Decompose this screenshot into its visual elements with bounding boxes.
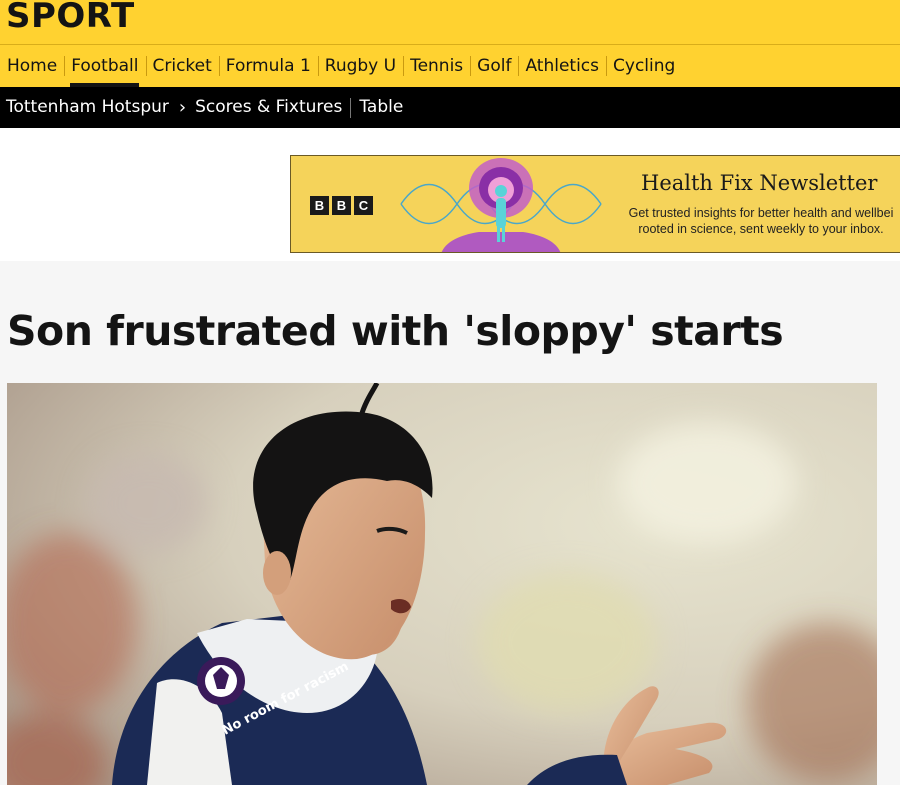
bbc-logo-letter: C [354, 196, 373, 215]
sport-nav: Home Football Cricket Formula 1 Rugby U … [0, 45, 682, 87]
chevron-right-icon: › [178, 97, 187, 118]
nav-formula-1[interactable]: Formula 1 [218, 45, 318, 87]
subnav-team-link[interactable]: Tottenham Hotspur [0, 87, 169, 128]
nav-tennis[interactable]: Tennis [403, 45, 470, 87]
bbc-logo: B B C [310, 196, 373, 215]
advert-description: Get trusted insights for better health a… [611, 205, 900, 237]
sport-header: SPORT Home Football Cricket Formula 1 Ru… [0, 0, 900, 87]
nav-football[interactable]: Football [64, 45, 145, 87]
article-headline: Son frustrated with 'sloppy' starts [7, 307, 784, 355]
subnav-divider [350, 97, 352, 118]
nav-home[interactable]: Home [0, 45, 64, 87]
nav-rugby-union[interactable]: Rugby U [317, 45, 403, 87]
nav-cricket[interactable]: Cricket [145, 45, 219, 87]
advert-line: Get trusted insights for better health a… [628, 206, 894, 220]
player-photo: No room for racism [7, 383, 877, 785]
advert-line: rooted in science, sent weekly to your i… [638, 222, 884, 236]
bbc-logo-letter: B [310, 196, 329, 215]
sport-logo[interactable]: SPORT [6, 0, 135, 38]
team-subnav: Tottenham Hotspur › Scores & Fixtures Ta… [0, 87, 900, 128]
bbc-logo-letter: B [332, 196, 351, 215]
nav-athletics[interactable]: Athletics [518, 45, 606, 87]
advert-band: B B C Health Fix Newsletter Get trusted … [0, 128, 900, 261]
subnav-scores-fixtures[interactable]: Scores & Fixtures [195, 87, 342, 128]
article-hero-image[interactable]: No room for racism [7, 383, 877, 785]
advert-title: Health Fix Newsletter [641, 171, 878, 195]
wellbeing-figure-illustration [400, 158, 602, 252]
nav-cycling[interactable]: Cycling [606, 45, 682, 87]
nav-golf[interactable]: Golf [470, 45, 518, 87]
newsletter-advert[interactable]: B B C Health Fix Newsletter Get trusted … [290, 155, 900, 253]
subnav-table[interactable]: Table [359, 87, 403, 128]
